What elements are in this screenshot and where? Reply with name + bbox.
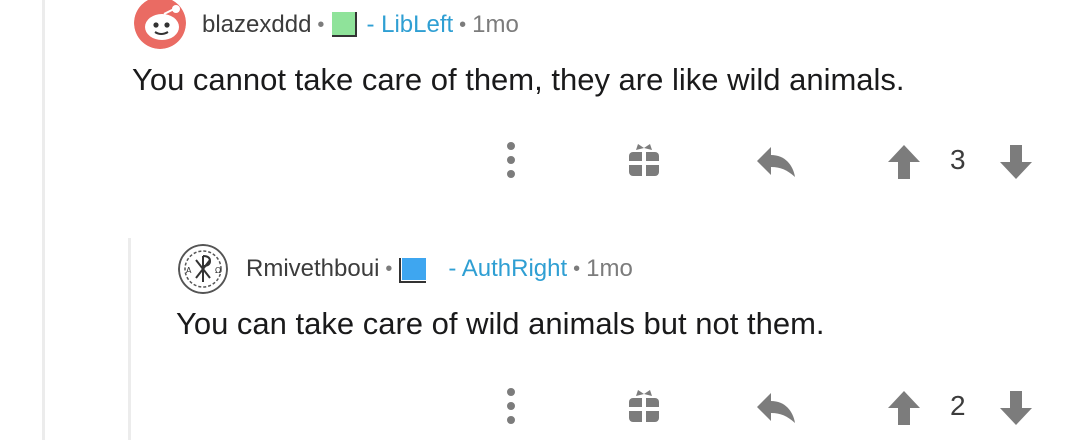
upvote-arrow-icon[interactable] — [886, 388, 922, 428]
comment-body: You cannot take care of them, they are l… — [132, 62, 905, 97]
user-flair[interactable]: - AuthRight — [448, 255, 567, 283]
username[interactable]: Rmivethboui — [246, 255, 379, 283]
flair-square-icon — [330, 10, 360, 40]
comment-actions: 3 — [0, 138, 1080, 182]
downvote-arrow-icon[interactable] — [998, 388, 1034, 428]
separator-dot: • — [459, 13, 467, 36]
user-avatar[interactable]: A Ω — [178, 244, 228, 294]
upvote-arrow-icon[interactable] — [886, 142, 922, 182]
comment-meta: A Ω Rmivethboui • - AuthRight • 1mo — [178, 244, 633, 294]
svg-text:A: A — [186, 266, 192, 275]
separator-dot: • — [317, 13, 325, 36]
vote-count: 3 — [950, 144, 966, 175]
gift-icon[interactable] — [624, 140, 664, 180]
more-vertical-icon[interactable] — [496, 384, 526, 428]
user-flair[interactable]: - LibLeft — [366, 11, 453, 39]
username[interactable]: blazexddd — [202, 11, 311, 39]
separator-dot: • — [385, 257, 393, 280]
comment-actions: 2 — [0, 384, 1080, 428]
downvote-arrow-icon[interactable] — [998, 142, 1034, 182]
more-vertical-icon[interactable] — [496, 138, 526, 182]
reply-arrow-icon[interactable] — [754, 142, 798, 182]
user-avatar[interactable] — [134, 0, 186, 49]
separator-dot: • — [573, 257, 581, 280]
comment-age[interactable]: 1mo — [472, 11, 519, 39]
comment-meta: blazexddd • - LibLeft • 1mo — [134, 0, 519, 50]
comment-age[interactable]: 1mo — [586, 255, 633, 283]
thread-line[interactable] — [42, 0, 45, 440]
reply-arrow-icon[interactable] — [754, 388, 798, 428]
svg-text:Ω: Ω — [215, 266, 221, 275]
comment-body: You can take care of wild animals but no… — [176, 306, 825, 341]
gift-icon[interactable] — [624, 386, 664, 426]
vote-count: 2 — [950, 390, 966, 421]
flair-square-icon — [398, 254, 428, 284]
